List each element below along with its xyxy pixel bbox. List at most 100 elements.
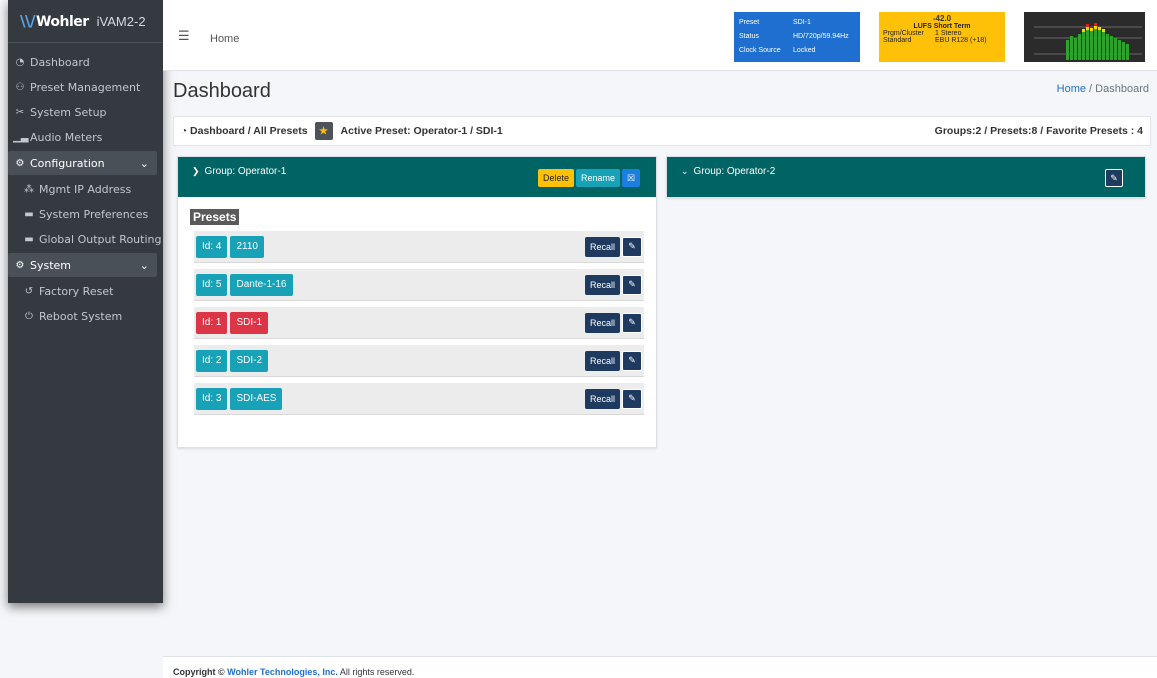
company-link[interactable]: Wohler Technologies, Inc.	[227, 667, 338, 677]
tachometer-icon: ◔	[181, 125, 188, 137]
preset-name-badge[interactable]: SDI-1	[230, 311, 269, 334]
tachometer-icon: ◔	[15, 56, 25, 68]
wohler-logo: \\/Wohler	[20, 12, 89, 30]
sidebar-item-audio-meters[interactable]: ▁▃ Audio Meters	[8, 125, 163, 149]
group-header[interactable]: ⌄ Group: Operator-2 ✎	[667, 157, 1145, 197]
edit-icon: ✎	[628, 279, 636, 289]
preset-status-box: Preset SDI-1 Status HD/720p/59.94Hz Clock …	[734, 12, 860, 62]
sidebar-item-label: Mgmt IP Address	[39, 182, 132, 196]
hdd-icon: ▬	[24, 208, 34, 220]
group-title: Group: Operator-1	[204, 166, 287, 177]
edit-icon: ✎	[628, 393, 636, 403]
preset-row: Id: 3 SDI-AES Recall ✎	[194, 383, 644, 415]
sidebar-section-system[interactable]: ⚙ System ⌄	[8, 253, 157, 277]
sidebar-item-label: Global Output Routing	[39, 232, 162, 246]
recall-button[interactable]: Recall	[584, 312, 620, 333]
preset-name-badge[interactable]: 2110	[230, 235, 264, 258]
sidebar-item-dashboard[interactable]: ◔ Dashboard	[8, 50, 163, 74]
edit-preset-button[interactable]: ✎	[622, 236, 642, 257]
preset-id-badge: Id: 3	[196, 387, 228, 410]
sidebar-item-label: Dashboard	[30, 55, 90, 69]
edit-icon: ✎	[628, 317, 636, 327]
page-title: Dashboard	[173, 80, 271, 102]
edit-preset-button[interactable]: ✎	[622, 388, 642, 409]
power-icon: ⏻	[25, 310, 33, 322]
hamburger-icon[interactable]: ☰	[178, 29, 190, 44]
meter-graphic	[1034, 23, 1142, 60]
sidebar-item-label: Preset Management	[30, 80, 141, 94]
preset-name-badge[interactable]: SDI-2	[230, 349, 269, 372]
dashboard-info-bar: ◔ Dashboard / All Presets ★ Active Prese…	[173, 116, 1151, 146]
close-group-button[interactable]: ☒	[622, 169, 640, 187]
brand[interactable]: \\/Wohler iVAM2-2	[8, 0, 163, 43]
edit-icon: ✎	[628, 241, 636, 251]
chevron-right-icon: ❯	[192, 166, 200, 176]
delete-group-button[interactable]: Delete	[537, 169, 574, 187]
sidebar-item-system-setup[interactable]: ✂ System Setup	[8, 100, 163, 124]
sidebar-item-label: Factory Reset	[39, 284, 114, 298]
standard-key: Standard	[883, 37, 912, 44]
sidebar-item-label: System Setup	[30, 105, 107, 119]
network-icon: ⁂	[24, 183, 34, 195]
lufs-label: LUFS Short Term	[913, 23, 971, 30]
gear-icon: ⚙	[15, 157, 25, 169]
sidebar-item-preset-management[interactable]: ⚇ Preset Management	[8, 75, 163, 99]
copyright-text: Copyright ©	[173, 667, 225, 677]
clock-value: Locked	[793, 46, 816, 54]
sidebar-item-label: Reboot System	[39, 309, 123, 323]
infobar-title: Dashboard / All Presets	[190, 125, 308, 137]
edit-icon: ✎	[628, 355, 636, 365]
preset-key: Preset	[739, 18, 760, 26]
edit-preset-button[interactable]: ✎	[622, 312, 642, 333]
star-icon[interactable]: ★	[314, 122, 333, 140]
preset-id-badge: Id: 4	[196, 235, 228, 258]
sidebar-item-system-preferences[interactable]: ▬ System Preferences	[8, 202, 163, 226]
breadcrumb-home-link[interactable]: Home	[1057, 83, 1086, 95]
edit-preset-button[interactable]: ✎	[622, 350, 642, 371]
preset-name-badge[interactable]: SDI-AES	[230, 387, 283, 410]
preset-row: Id: 4 2110 Recall ✎	[194, 231, 644, 263]
preset-id-badge: Id: 1	[196, 311, 228, 334]
standard-value: EBU R128 (+18)	[935, 37, 987, 44]
rename-group-button[interactable]: Rename	[575, 169, 620, 187]
footer: Copyright © Wohler Technologies, Inc. Al…	[163, 656, 1157, 678]
top-home-link[interactable]: Home	[210, 33, 239, 45]
sidebar-item-reboot-system[interactable]: ⏻ Reboot System	[8, 304, 163, 328]
close-icon: ☒	[626, 172, 636, 183]
rights-text: All rights reserved.	[339, 667, 415, 677]
breadcrumb: Home / Dashboard	[1057, 83, 1149, 95]
chevron-down-icon: ⌄	[139, 156, 149, 170]
recall-button[interactable]: Recall	[584, 236, 620, 257]
undo-icon: ↺	[24, 285, 34, 297]
sidebar-item-factory-reset[interactable]: ↺ Factory Reset	[8, 279, 163, 303]
preset-name-badge[interactable]: Dante-1-16	[230, 273, 293, 296]
sidebar-section-label: System	[30, 258, 72, 272]
edit-group-button[interactable]: ✎	[1105, 169, 1123, 187]
user-gear-icon: ⚇	[15, 81, 25, 93]
sidebar-item-global-output-routing[interactable]: ▬ Global Output Routing	[8, 227, 163, 251]
status-value: HD/720p/59.94Hz	[793, 32, 849, 40]
recall-button[interactable]: Recall	[584, 350, 620, 371]
chevron-down-icon: ⌄	[139, 258, 149, 272]
preset-id-badge: Id: 5	[196, 273, 228, 296]
chart-icon: ▁▃	[13, 131, 29, 143]
edit-icon: ✎	[1110, 172, 1118, 183]
edit-preset-button[interactable]: ✎	[622, 274, 642, 295]
status-key: Status	[739, 32, 759, 40]
preset-value: SDI-1	[793, 18, 811, 26]
sidebar-item-mgmt-ip[interactable]: ⁂ Mgmt IP Address	[8, 177, 163, 201]
cluster-value: 1 Stereo	[935, 30, 962, 37]
preset-id-badge: Id: 2	[196, 349, 228, 372]
breadcrumb-current: Dashboard	[1095, 83, 1149, 95]
sidebar-section-configuration[interactable]: ⚙ Configuration ⌄	[8, 151, 157, 175]
lufs-value: -42.0	[932, 14, 952, 23]
hdd-icon: ▬	[24, 233, 34, 245]
preset-row: Id: 5 Dante-1-16 Recall ✎	[194, 269, 644, 301]
group-header[interactable]: ❯ Group: Operator-1 Delete Rename ☒	[178, 157, 656, 197]
sidebar-item-label: System Preferences	[39, 207, 149, 221]
recall-button[interactable]: Recall	[584, 388, 620, 409]
recall-button[interactable]: Recall	[584, 274, 620, 295]
preset-row-active: Id: 1 SDI-1 Recall ✎	[194, 307, 644, 339]
tools-icon: ✂	[15, 106, 25, 118]
audio-meter-thumbnail[interactable]	[1024, 12, 1145, 62]
